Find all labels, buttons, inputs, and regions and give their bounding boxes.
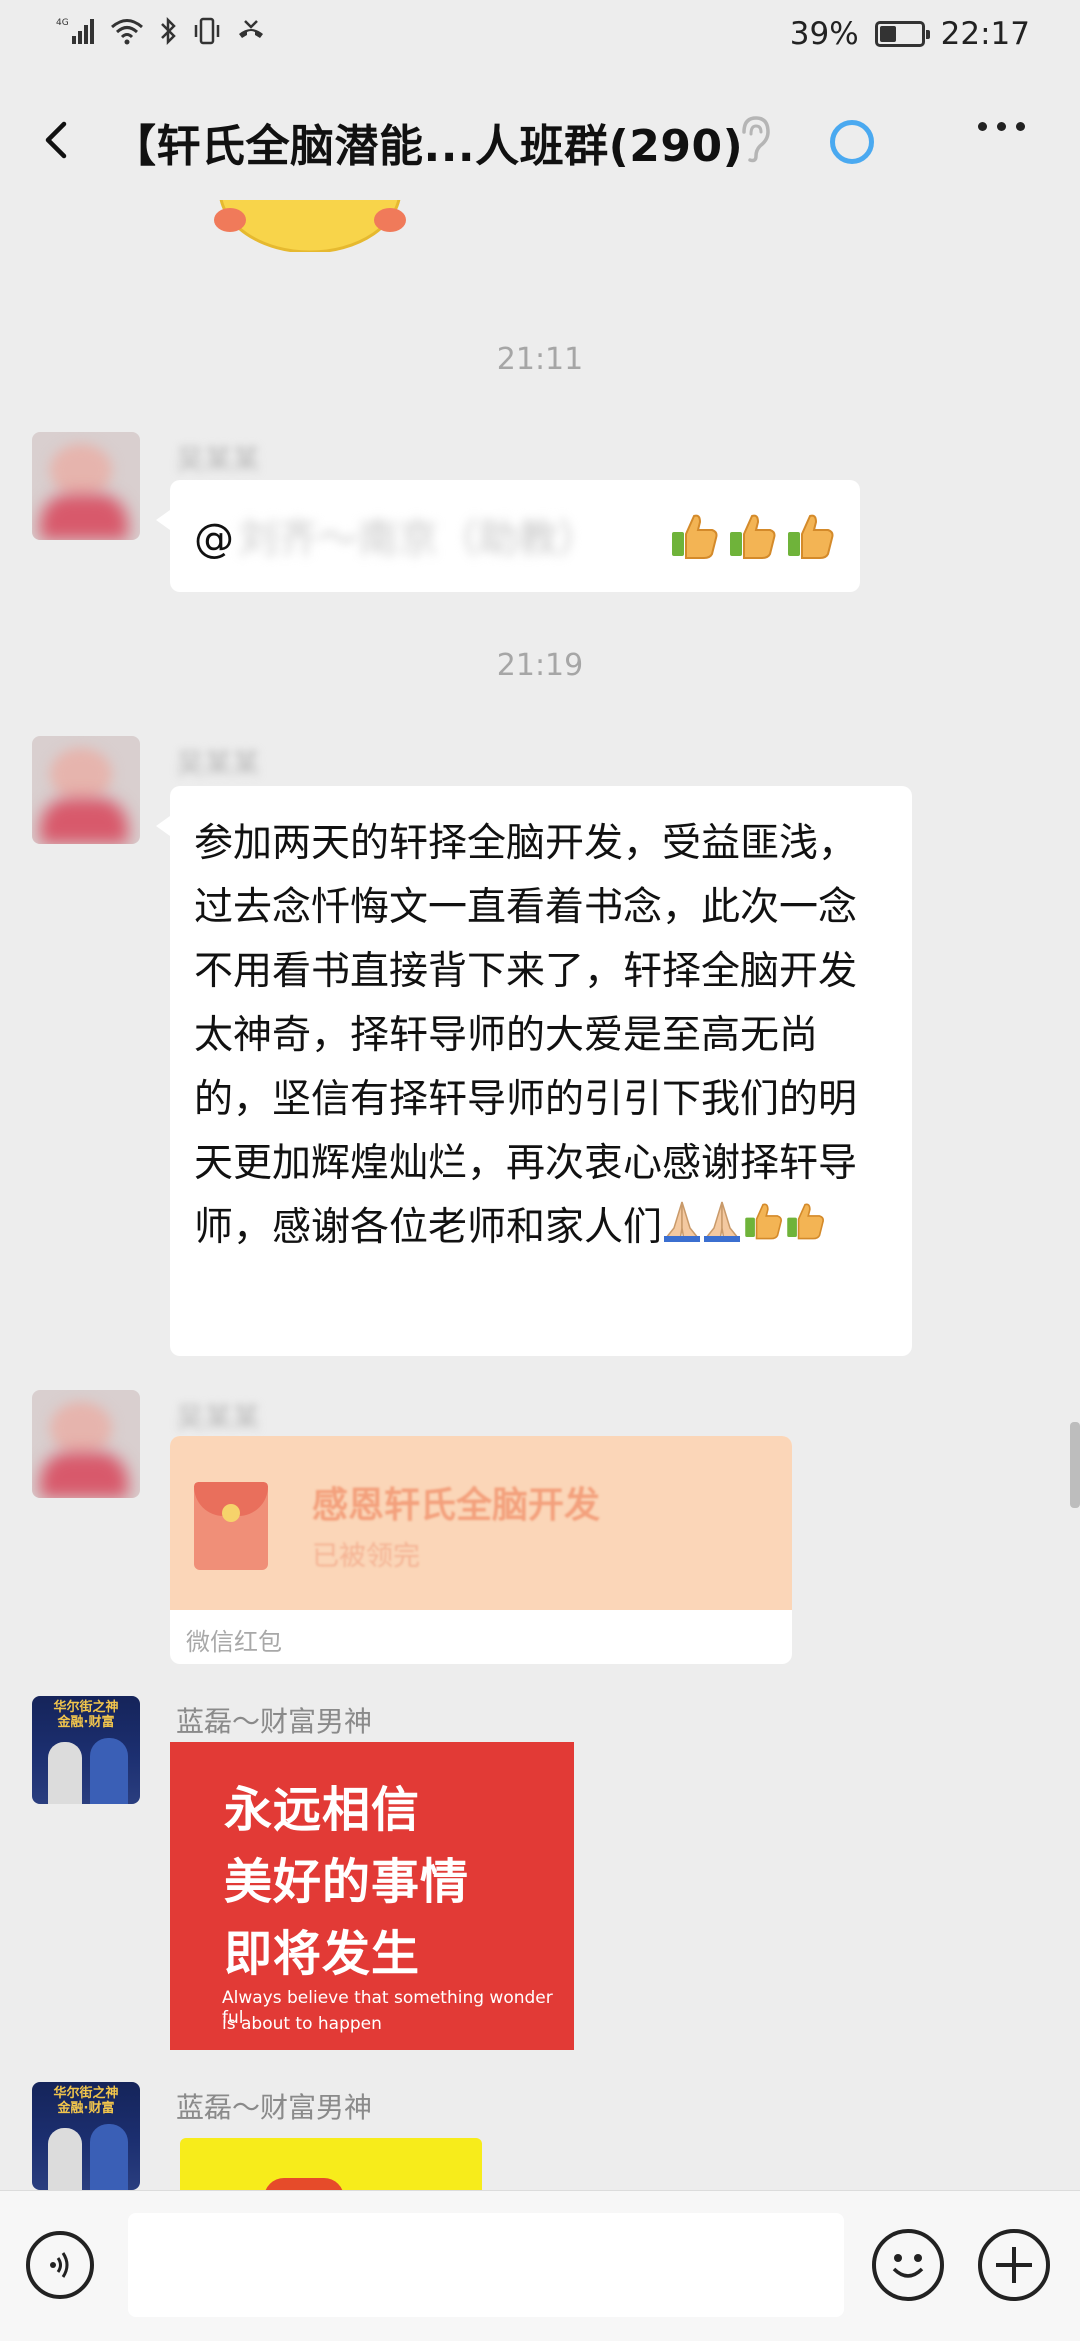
voice-input-button[interactable] bbox=[26, 2231, 94, 2299]
emoji-icon bbox=[892, 2254, 924, 2278]
image-text-line: 永远相信 bbox=[224, 1782, 421, 1838]
message-bubble[interactable]: 参加两天的轩择全脑开发，受益匪浅，过去念忏悔文一直看着书念，此次一念不用看书直接… bbox=[156, 786, 912, 1356]
ear-icon[interactable] bbox=[738, 114, 772, 164]
red-packet-title: 感恩轩氏全脑开发 bbox=[312, 1485, 601, 1526]
image-text-line: 即将发生 bbox=[224, 1926, 421, 1982]
status-icons-left: 4G bbox=[56, 16, 266, 46]
battery-icon bbox=[874, 21, 930, 47]
loading-icon bbox=[830, 120, 874, 164]
back-icon[interactable] bbox=[28, 110, 88, 170]
red-packet-card[interactable]: 感恩轩氏全脑开发 已被领完 微信红包 bbox=[170, 1436, 792, 1664]
sender-name: 蓝磊～财富男神 bbox=[176, 1705, 373, 1738]
network-type-label: 4G bbox=[56, 18, 69, 28]
thumbs-up-icon bbox=[788, 514, 834, 559]
red-packet-body: 感恩轩氏全脑开发 已被领完 bbox=[170, 1436, 792, 1610]
thumbs-up-emojis bbox=[668, 510, 836, 560]
scrollbar[interactable] bbox=[1070, 1422, 1080, 1508]
sender-name-blurred: 吴某某 bbox=[176, 443, 261, 476]
red-packet-status: 已被领完 bbox=[312, 1541, 420, 1572]
thumbs-up-icon bbox=[672, 514, 718, 559]
bluetooth-icon bbox=[161, 16, 176, 46]
timestamp: 21:11 bbox=[496, 342, 584, 377]
avatar[interactable]: 华尔街之神 金融·财富 bbox=[32, 2082, 140, 2190]
thumbs-up-icon bbox=[730, 514, 776, 559]
avatar[interactable] bbox=[32, 1390, 140, 1498]
emoji-button[interactable] bbox=[872, 2229, 944, 2301]
timestamp: 21:19 bbox=[496, 648, 584, 683]
thumbs-up-icon bbox=[787, 1203, 824, 1239]
message-text: 参加两天的轩择全脑开发，受益匪浅，过去念忏悔文一直看着书念，此次一念不用看书直接… bbox=[194, 821, 858, 1250]
voice-icon bbox=[50, 2252, 69, 2278]
folded-hands-icon bbox=[664, 1201, 701, 1242]
thumbs-up-icon bbox=[745, 1203, 782, 1239]
status-icons-right: 39% 22:17 bbox=[790, 16, 1030, 52]
chat-header: 【轩氏全脑潜能...人班群(290) bbox=[0, 80, 1080, 200]
more-icon[interactable] bbox=[978, 122, 1025, 131]
mention-name-blurred: 刘齐～南京（助教） bbox=[238, 516, 598, 562]
avatar-image-text: 华尔街之神 金融·财富 bbox=[53, 1700, 119, 1730]
status-bar: 4G 39% 22:17 bbox=[0, 0, 1080, 72]
sender-name-blurred: 吴某某 bbox=[176, 1401, 261, 1434]
plus-button[interactable] bbox=[978, 2229, 1050, 2301]
avatar[interactable]: 华尔街之神 金融·财富 bbox=[32, 1696, 140, 1804]
chat-title[interactable]: 【轩氏全脑潜能...人班群(290) bbox=[112, 110, 743, 174]
message-emojis bbox=[662, 1198, 826, 1262]
folded-hands-icon bbox=[704, 1201, 741, 1242]
image-message[interactable]: 永远相信 美好的事情 即将发生 Always believe that some… bbox=[170, 1742, 574, 2050]
mention-at: @ bbox=[194, 516, 234, 562]
sticker-image-partial[interactable] bbox=[210, 200, 410, 252]
input-bar bbox=[0, 2190, 1080, 2341]
wifi-icon bbox=[111, 19, 143, 45]
avatar[interactable] bbox=[32, 432, 140, 540]
image-english-line: is about to happen bbox=[222, 2014, 382, 2034]
red-packet-icon bbox=[194, 1482, 268, 1570]
sender-name-blurred: 吴某某 bbox=[176, 747, 261, 780]
clock: 22:17 bbox=[940, 16, 1030, 52]
missed-call-icon bbox=[239, 20, 263, 38]
message-input[interactable] bbox=[128, 2213, 844, 2317]
signal-icon: 4G bbox=[56, 18, 94, 44]
avatar-image-text: 华尔街之神 金融·财富 bbox=[53, 2086, 119, 2116]
avatar[interactable] bbox=[32, 736, 140, 844]
vibrate-icon bbox=[194, 17, 220, 45]
red-packet-footer: 微信红包 bbox=[186, 1628, 282, 1656]
sender-name: 蓝磊～财富男神 bbox=[176, 2091, 373, 2124]
message-bubble[interactable]: @ 刘齐～南京（助教） bbox=[156, 480, 860, 592]
image-text-line: 美好的事情 bbox=[224, 1854, 470, 1910]
battery-percent: 39% bbox=[789, 16, 859, 52]
